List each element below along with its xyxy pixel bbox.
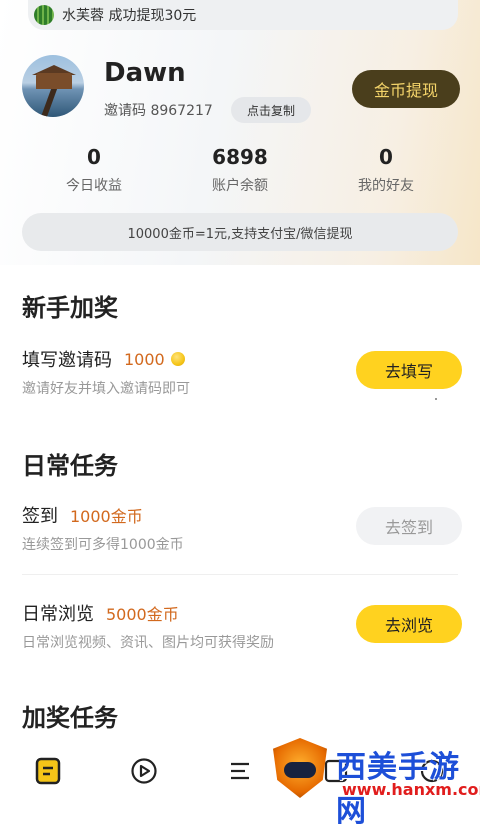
menu-icon[interactable] — [225, 756, 255, 786]
task-name: 日常浏览 — [22, 604, 94, 625]
task-invite-desc: 邀请好友并填入邀请码即可 — [22, 381, 190, 397]
stat-value: 0 — [379, 145, 393, 169]
stat-friends[interactable]: 0 我的好友 — [316, 145, 456, 195]
task-checkin-desc: 连续签到可多得1000金币 — [22, 537, 184, 553]
exchange-rate-banner: 10000金币=1元,支持支付宝/微信提现 — [22, 213, 458, 251]
task-name: 签到 — [22, 506, 58, 527]
stat-balance[interactable]: 6898 账户余额 — [170, 145, 310, 195]
coin-icon — [170, 352, 185, 366]
ticker-avatar — [34, 5, 54, 25]
stray-dot — [435, 398, 437, 400]
stat-label: 我的好友 — [358, 178, 414, 194]
divider — [22, 574, 458, 575]
stat-label: 今日收益 — [66, 178, 122, 194]
stat-label: 账户余额 — [212, 178, 268, 194]
task-browse-title: 日常浏览 5000金币 — [22, 600, 179, 626]
task-reward: 5000金币 — [106, 605, 179, 624]
invite-code: 邀请码 8967217 — [104, 103, 213, 119]
task-checkin-title: 签到 1000金币 — [22, 502, 143, 528]
stat-value: 0 — [87, 145, 101, 169]
stat-value: 6898 — [212, 145, 268, 169]
checkin-button[interactable]: 去签到 — [356, 507, 462, 545]
section-title-newbie: 新手加奖 — [22, 294, 118, 322]
section-title-bonus: 加奖任务 — [22, 704, 118, 732]
task-reward: 1000 — [124, 349, 165, 369]
withdraw-button[interactable]: 金币提现 — [352, 70, 460, 108]
browse-button[interactable]: 去浏览 — [356, 605, 462, 643]
task-browse-desc: 日常浏览视频、资讯、图片均可获得奖励 — [22, 635, 274, 651]
play-icon[interactable] — [129, 756, 159, 786]
avatar-house — [36, 73, 72, 89]
fill-invite-button[interactable]: 去填写 — [356, 351, 462, 389]
site-watermark: 西美手游网 www.hanxm.com — [270, 738, 480, 829]
username: Dawn — [104, 58, 186, 88]
watermark-url: www.hanxm.com — [342, 780, 480, 799]
ticker-text: 水芙蓉 成功提现30元 — [62, 8, 197, 24]
withdraw-ticker: 水芙蓉 成功提现30元 — [28, 0, 458, 30]
avatar-pier — [40, 89, 58, 117]
section-title-daily: 日常任务 — [22, 452, 118, 480]
task-name: 填写邀请码 — [22, 350, 112, 371]
copy-invite-button[interactable]: 点击复制 — [231, 97, 311, 123]
task-icon[interactable] — [33, 756, 63, 786]
stat-today-earnings[interactable]: 0 今日收益 — [24, 145, 164, 195]
gamepad-icon — [284, 762, 316, 778]
task-reward: 1000金币 — [70, 507, 143, 526]
avatar[interactable] — [22, 55, 84, 117]
task-invite-title: 填写邀请码 1000 — [22, 346, 185, 372]
